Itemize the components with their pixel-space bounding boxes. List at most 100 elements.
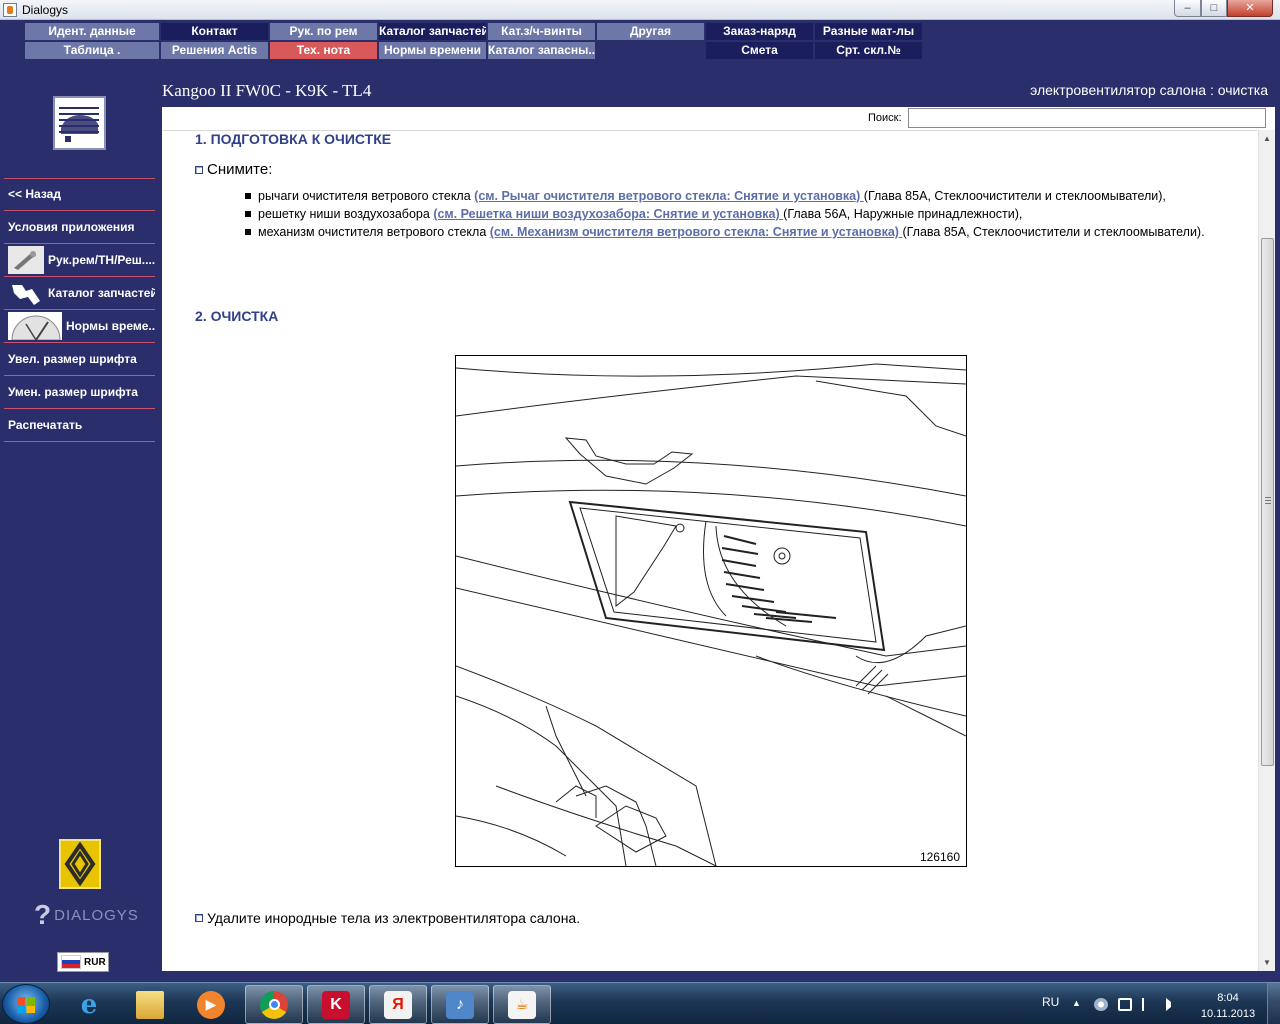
step-link[interactable]: (см. Механизм очистителя ветрового стекл… xyxy=(490,225,903,239)
windows-taskbar: e ▶ K Я ♪ ☕ RU ▲ 8:04 10.11.2013 xyxy=(0,982,1280,1024)
menu-other[interactable]: Другая xyxy=(597,23,704,40)
menu-spare-catalog[interactable]: Каталог запасны... xyxy=(488,42,595,59)
sidebar-item-label: Условия приложения xyxy=(8,220,135,234)
document-view: 1. ПОДГОТОВКА К ОЧИСТКЕ Снимите: рычаги … xyxy=(163,130,1257,970)
sidebar-item-font-bigger[interactable]: Увел. размер шрифта xyxy=(4,343,155,376)
menu-parts-catalog[interactable]: Каталог запчастей xyxy=(379,23,486,40)
russian-flag-icon xyxy=(61,955,81,969)
volume-icon[interactable] xyxy=(1166,998,1180,1011)
bullet-icon xyxy=(245,193,251,199)
sidebar-item-label: Умен. размер шрифта xyxy=(8,385,138,399)
sidebar-item-label: Распечатать xyxy=(8,418,83,432)
remove-lead-text: Снимите: xyxy=(207,161,273,178)
figure-number: 126160 xyxy=(919,850,960,864)
removal-steps-list: рычаги очистителя ветрового стекла (см. … xyxy=(245,187,1235,241)
content-panel: Поиск: 1. ПОДГОТОВКА К ОЧИСТКЕ Снимите: … xyxy=(162,107,1275,971)
list-item: рычаги очистителя ветрового стекла (см. … xyxy=(245,187,1235,205)
question-mark-icon: ? xyxy=(34,899,53,930)
explorer-icon xyxy=(136,990,164,1019)
clock-date: 10.11.2013 xyxy=(1200,1008,1256,1020)
chrome-icon xyxy=(260,990,288,1019)
remove-lead: Снимите: xyxy=(195,161,272,178)
menu-table[interactable]: Таблица . xyxy=(25,42,159,59)
sidebar-item-label: << Назад xyxy=(8,187,61,201)
start-button[interactable] xyxy=(2,984,50,1024)
sidebar-item-label: Нормы време... xyxy=(66,319,155,333)
grip-icon xyxy=(1265,497,1271,504)
sound-icon: ♪ xyxy=(446,990,474,1019)
menu-stock-number[interactable]: Срт. скл.№ xyxy=(815,42,922,59)
network-icon[interactable] xyxy=(1118,998,1132,1011)
media-player-icon: ▶ xyxy=(197,990,225,1019)
ie-icon: e xyxy=(80,989,98,1020)
maximize-button[interactable]: □ xyxy=(1201,0,1227,17)
search-input[interactable] xyxy=(908,108,1266,128)
list-item: решетку ниши воздухозабора (см. Решетка … xyxy=(245,205,1235,223)
menu-actis-solutions[interactable]: Решения Actis xyxy=(161,42,268,59)
section-heading-cleaning: 2. ОЧИСТКА xyxy=(195,308,279,324)
menu-tech-note-active[interactable]: Тех. нота xyxy=(270,42,377,59)
parts-icon xyxy=(8,279,44,307)
menu-estimate[interactable]: Смета xyxy=(706,42,813,59)
list-item: механизм очистителя ветрового стекла (см… xyxy=(245,223,1235,241)
step-text: механизм очистителя ветрового стекла xyxy=(258,225,490,239)
sound-taskbar-button[interactable]: ♪ xyxy=(431,985,489,1024)
menu-ident-data[interactable]: Идент. данные xyxy=(25,23,159,40)
java-taskbar-button[interactable]: ☕ xyxy=(493,985,551,1024)
show-desktop-button[interactable] xyxy=(1267,983,1280,1024)
ie-taskbar-button[interactable]: e xyxy=(60,985,118,1024)
chrome-taskbar-button[interactable] xyxy=(245,985,303,1024)
menu-contact[interactable]: Контакт xyxy=(161,23,268,40)
sidebar-item-back[interactable]: << Назад xyxy=(4,178,155,211)
minimize-button[interactable]: – xyxy=(1174,0,1201,17)
menu-repair-manual[interactable]: Рук. по рем xyxy=(270,23,377,40)
java-app-icon xyxy=(3,3,17,17)
clock-time: 8:04 xyxy=(1217,992,1239,1004)
media-player-taskbar-button[interactable]: ▶ xyxy=(182,985,240,1024)
explorer-taskbar-button[interactable] xyxy=(121,985,179,1024)
dialogys-logo: ? DIALOGYS xyxy=(34,899,139,930)
language-indicator[interactable]: RU xyxy=(1042,995,1059,1009)
window-title: Dialogys xyxy=(22,3,69,17)
technical-illustration: 126160 xyxy=(455,355,967,867)
kaspersky-icon: K xyxy=(322,990,350,1019)
sidebar-item-label: Рук.рем/ТН/Реш.... xyxy=(48,253,155,267)
final-step-text: Удалите инородные тела из электровентиля… xyxy=(207,910,581,926)
windows-logo-icon xyxy=(17,997,35,1013)
checkbox-bullet-icon xyxy=(195,165,203,174)
sidebar-item-parts-catalog[interactable]: Каталог запчастей xyxy=(4,277,155,310)
chrome-center-icon xyxy=(268,999,280,1010)
currency-selector[interactable]: RUR xyxy=(57,952,109,972)
menu-misc-materials[interactable]: Разные мат-лы xyxy=(815,23,922,40)
close-button[interactable]: ✕ xyxy=(1227,0,1273,17)
step-link[interactable]: (см. Решетка ниши воздухозабора: Снятие … xyxy=(433,207,783,221)
step-link[interactable]: (см. Рычаг очистителя ветрового стекла: … xyxy=(474,189,864,203)
window-titlebar: Dialogys – □ ✕ xyxy=(0,0,1280,20)
vehicle-title: Kangoo II FW0C - K9K - TL4 xyxy=(162,81,372,100)
menu-work-order[interactable]: Заказ-наряд xyxy=(706,23,813,40)
step-chapter: (Глава 85A, Стеклоочистители и стеклоомы… xyxy=(902,225,1205,239)
renault-logo-icon xyxy=(59,839,101,889)
scroll-up-icon[interactable]: ▲ xyxy=(1259,130,1275,147)
sidebar-item-labor-times[interactable]: Нормы време... xyxy=(4,310,155,343)
car-logo-icon xyxy=(53,96,106,150)
scroll-thumb[interactable] xyxy=(1261,238,1274,766)
menu-labor-times[interactable]: Нормы времени xyxy=(379,42,486,59)
sidebar-item-print[interactable]: Распечатать xyxy=(4,409,155,442)
step-chapter: (Глава 85A, Стеклоочистители и стеклоомы… xyxy=(863,189,1166,203)
sidebar-item-font-smaller[interactable]: Умен. размер шрифта xyxy=(4,376,155,409)
sidebar-item-conditions[interactable]: Условия приложения xyxy=(4,211,155,244)
sidebar-item-repair-manual[interactable]: Рук.рем/ТН/Реш.... xyxy=(4,244,155,277)
scroll-down-icon[interactable]: ▼ xyxy=(1259,954,1275,971)
yandex-taskbar-button[interactable]: Я xyxy=(369,985,427,1024)
steam-icon[interactable] xyxy=(1094,998,1108,1011)
show-hidden-icons[interactable]: ▲ xyxy=(1072,998,1086,1011)
yandex-icon: Я xyxy=(384,990,412,1019)
clock-icon xyxy=(8,312,62,341)
step-text: рычаги очистителя ветрового стекла xyxy=(258,189,475,203)
kaspersky-taskbar-button[interactable]: K xyxy=(307,985,365,1024)
system-clock[interactable]: 8:04 10.11.2013 xyxy=(1196,990,1260,1022)
action-center-flag-icon[interactable] xyxy=(1142,998,1156,1011)
vertical-scrollbar[interactable]: ▲ ▼ xyxy=(1258,130,1275,971)
menu-screws-catalog[interactable]: Кат.з/ч-винты xyxy=(488,23,595,40)
